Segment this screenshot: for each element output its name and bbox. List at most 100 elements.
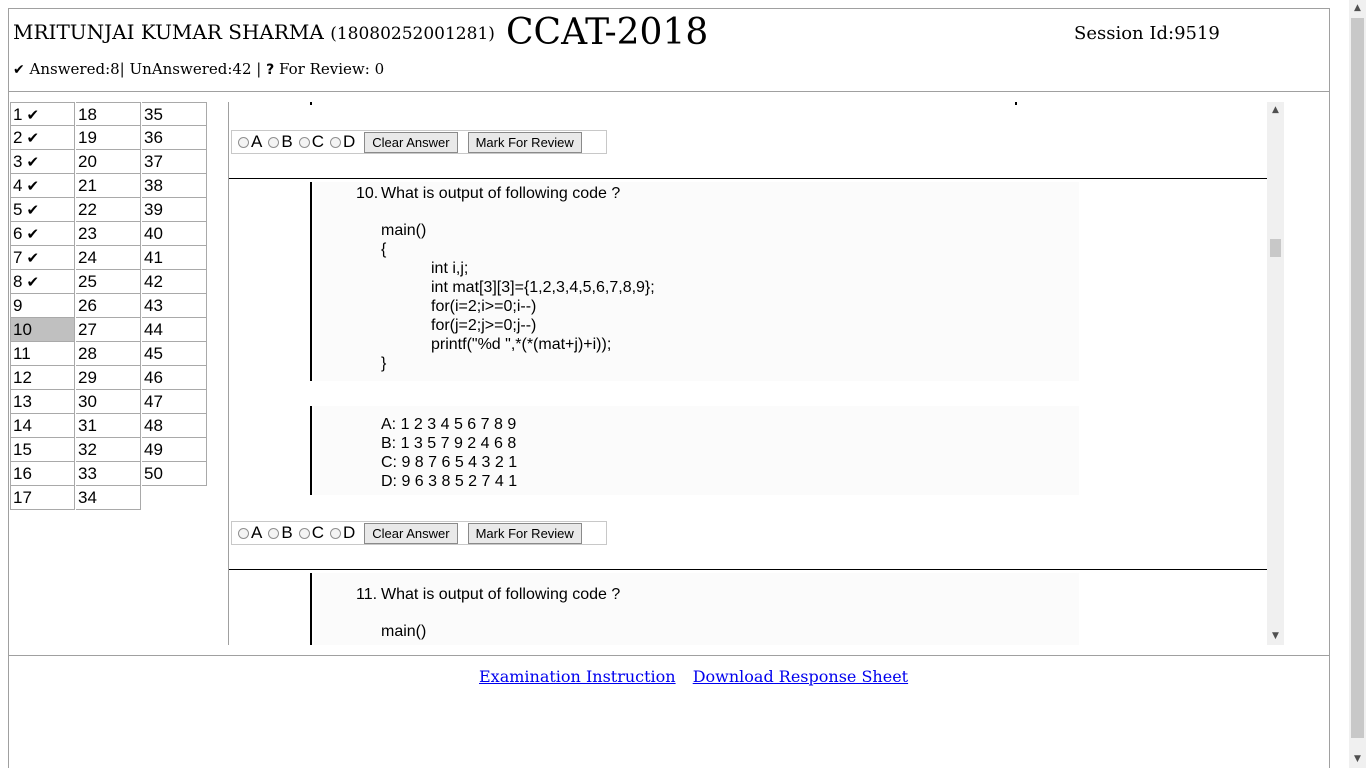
choice-b: B: 1 3 5 7 9 2 4 6 8 bbox=[381, 435, 517, 452]
question-nav-number: 48 bbox=[144, 416, 163, 435]
answer-bar-q9: A B C D Clear Answer Mark For Review bbox=[231, 130, 607, 154]
question-nav-number: 30 bbox=[78, 392, 97, 411]
question-nav-item[interactable]: 3 ✔ bbox=[10, 150, 75, 174]
check-icon: ✔ bbox=[26, 201, 40, 219]
radio-option-d[interactable] bbox=[329, 136, 341, 148]
question-nav-item[interactable]: 4 ✔ bbox=[10, 174, 75, 198]
question-nav-item[interactable]: 20 bbox=[76, 150, 141, 174]
question-nav-item[interactable]: 22 bbox=[76, 198, 141, 222]
question-nav-item[interactable]: 13 bbox=[10, 390, 75, 414]
question-nav-number: 39 bbox=[144, 200, 163, 219]
question-nav-item[interactable]: 46 bbox=[142, 366, 207, 390]
question-nav-item[interactable]: 19 bbox=[76, 126, 141, 150]
radio-option-b[interactable] bbox=[268, 527, 280, 539]
question-nav-item[interactable]: 33 bbox=[76, 462, 141, 486]
scroll-down-icon[interactable]: ▼ bbox=[1349, 751, 1366, 768]
question-nav-item[interactable]: 14 bbox=[10, 414, 75, 438]
question-nav-item[interactable]: 30 bbox=[76, 390, 141, 414]
question-separator bbox=[229, 178, 1267, 179]
question-nav-number: 19 bbox=[78, 128, 97, 147]
question-number: 10. bbox=[356, 185, 379, 202]
question-nav-item[interactable]: 18 bbox=[76, 102, 141, 126]
examination-instruction-link[interactable]: Examination Instruction bbox=[479, 667, 676, 686]
question-nav-item[interactable]: 50 bbox=[142, 462, 207, 486]
question-nav-item[interactable]: 43 bbox=[142, 294, 207, 318]
question-nav-item[interactable]: 7 ✔ bbox=[10, 246, 75, 270]
question-nav-item[interactable]: 40 bbox=[142, 222, 207, 246]
question-nav-number: 16 bbox=[13, 464, 32, 483]
question-nav-item[interactable]: 39 bbox=[142, 198, 207, 222]
question-nav-item[interactable]: 28 bbox=[76, 342, 141, 366]
question-nav-item[interactable]: 38 bbox=[142, 174, 207, 198]
header-divider bbox=[9, 91, 1329, 92]
question-nav-item[interactable]: 10 bbox=[10, 318, 75, 342]
status-divider: | bbox=[256, 60, 262, 78]
question-nav-number: 11 bbox=[13, 344, 31, 363]
question-nav-item[interactable]: 5 ✔ bbox=[10, 198, 75, 222]
question-nav-item[interactable]: 29 bbox=[76, 366, 141, 390]
question-nav-item[interactable]: 2 ✔ bbox=[10, 126, 75, 150]
radio-option-a[interactable] bbox=[238, 136, 249, 148]
question-nav-item[interactable]: 27 bbox=[76, 318, 141, 342]
footer-links: Examination Instruction Download Respons… bbox=[479, 667, 908, 686]
code-line: int i,j; bbox=[431, 260, 469, 277]
clear-answer-button[interactable]: Clear Answer bbox=[364, 522, 458, 544]
radio-option-a[interactable] bbox=[238, 527, 249, 539]
question-nav-item[interactable]: 49 bbox=[142, 438, 207, 462]
question-nav-item[interactable]: 21 bbox=[76, 174, 141, 198]
mark-for-review-button[interactable]: Mark For Review bbox=[467, 522, 582, 544]
question-nav-item[interactable]: 37 bbox=[142, 150, 207, 174]
question-nav-item[interactable]: 23 bbox=[76, 222, 141, 246]
question-nav-item[interactable]: 9 bbox=[10, 294, 75, 318]
scroll-up-icon[interactable]: ▲ bbox=[1349, 0, 1366, 17]
question-nav-item[interactable]: 24 bbox=[76, 246, 141, 270]
choice-a: A: 1 2 3 4 5 6 7 8 9 bbox=[381, 416, 517, 433]
question-nav-number: 13 bbox=[13, 392, 32, 411]
question-nav-item[interactable]: 8 ✔ bbox=[10, 270, 75, 294]
radio-option-c[interactable] bbox=[298, 527, 310, 539]
question-nav-item[interactable]: 47 bbox=[142, 390, 207, 414]
question-nav-item[interactable]: 45 bbox=[142, 342, 207, 366]
scroll-up-icon[interactable]: ▲ bbox=[1267, 102, 1284, 119]
question-nav-item[interactable]: 35 bbox=[142, 102, 207, 126]
scroll-thumb[interactable] bbox=[1351, 18, 1364, 738]
radio-option-c[interactable] bbox=[298, 136, 310, 148]
option-label: D bbox=[342, 132, 356, 151]
question-nav-item[interactable]: 12 bbox=[10, 366, 75, 390]
question-nav-number: 47 bbox=[144, 392, 163, 411]
question-nav-number: 3 bbox=[13, 152, 23, 171]
candidate-roll: (18080252001281) bbox=[330, 24, 495, 44]
page-scrollbar[interactable]: ▲ ▼ bbox=[1349, 0, 1366, 768]
question-nav-item[interactable]: 44 bbox=[142, 318, 207, 342]
scroll-thumb[interactable] bbox=[1270, 239, 1281, 257]
question-panel-scrollbar[interactable]: ▲ ▼ bbox=[1267, 102, 1284, 645]
code-line: printf("%d ",*(*(mat+j)+i)); bbox=[431, 336, 612, 353]
radio-option-d[interactable] bbox=[329, 527, 341, 539]
question-nav-item[interactable]: 32 bbox=[76, 438, 141, 462]
question-nav-item[interactable]: 17 bbox=[10, 486, 75, 510]
exam-title: CCAT-2018 bbox=[506, 12, 709, 53]
code-line: main() bbox=[381, 222, 427, 239]
radio-option-b[interactable] bbox=[268, 136, 280, 148]
question-nav-item[interactable]: 25 bbox=[76, 270, 141, 294]
clear-answer-button[interactable]: Clear Answer bbox=[364, 131, 458, 153]
question-nav-item[interactable]: 42 bbox=[142, 270, 207, 294]
question-nav-item[interactable]: 34 bbox=[76, 486, 141, 510]
question-image-bg bbox=[314, 182, 1079, 381]
question-nav-item[interactable]: 1 ✔ bbox=[10, 102, 75, 126]
question-nav-item[interactable]: 31 bbox=[76, 414, 141, 438]
question-nav-number: 43 bbox=[144, 296, 163, 315]
question-nav-item[interactable]: 6 ✔ bbox=[10, 222, 75, 246]
question-nav-item[interactable]: 41 bbox=[142, 246, 207, 270]
mark-for-review-button[interactable]: Mark For Review bbox=[467, 131, 582, 153]
question-nav-item[interactable]: 36 bbox=[142, 126, 207, 150]
check-icon: ✔ bbox=[26, 177, 40, 195]
box-edge bbox=[310, 102, 312, 105]
download-response-sheet-link[interactable]: Download Response Sheet bbox=[693, 667, 908, 686]
scroll-down-icon[interactable]: ▼ bbox=[1267, 628, 1284, 645]
question-nav-item[interactable]: 26 bbox=[76, 294, 141, 318]
question-nav-item[interactable]: 48 bbox=[142, 414, 207, 438]
question-nav-item[interactable]: 16 bbox=[10, 462, 75, 486]
question-nav-item[interactable]: 15 bbox=[10, 438, 75, 462]
question-nav-item[interactable]: 11 bbox=[10, 342, 75, 366]
